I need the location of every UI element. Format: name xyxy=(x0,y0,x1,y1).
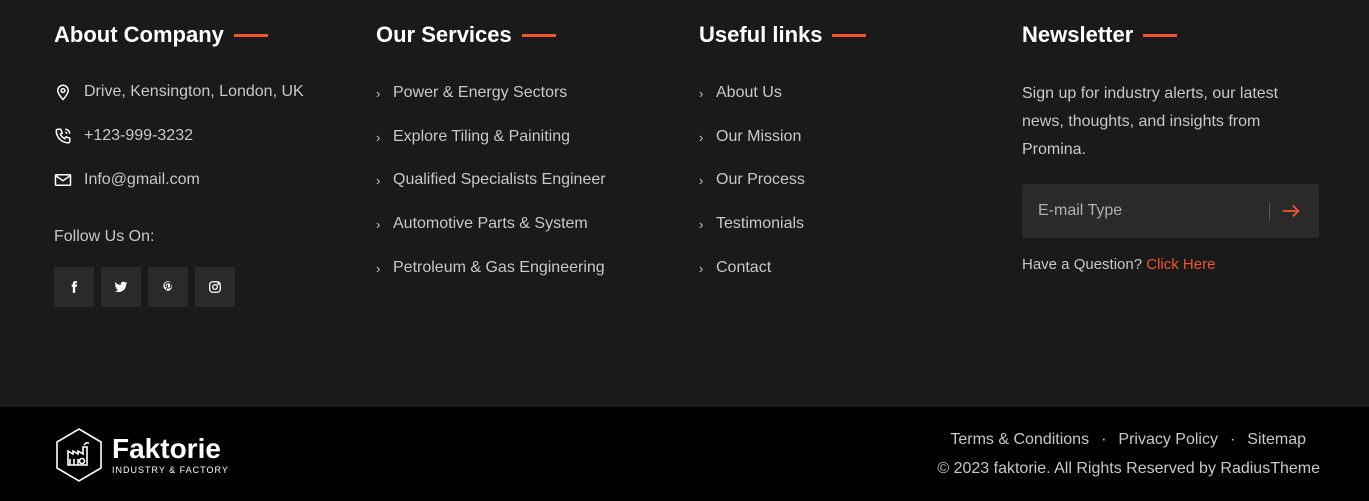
arrow-right-icon xyxy=(1282,204,1300,218)
service-link-label[interactable]: Explore Tiling & Painiting xyxy=(393,128,570,146)
newsletter-column: Newsletter Sign up for industry alerts, … xyxy=(1022,0,1332,407)
newsletter-submit-button[interactable] xyxy=(1278,198,1304,224)
newsletter-heading: Newsletter xyxy=(1022,22,1178,48)
instagram-icon xyxy=(209,281,221,293)
chevron-right-icon: › xyxy=(376,129,381,145)
follow-us-label: Follow Us On: xyxy=(54,228,155,245)
legal-links: Terms & Conditions · Privacy Policy · Si… xyxy=(950,431,1306,449)
email-row[interactable]: Info@gmail.com xyxy=(54,171,200,189)
email-text[interactable]: Info@gmail.com xyxy=(84,171,200,189)
footer-top: About Company Drive, Kensington, London,… xyxy=(0,0,1369,407)
about-company-heading: About Company xyxy=(54,22,268,48)
useful-link-process[interactable]: › Our Process xyxy=(699,171,805,189)
heading-accent-bar xyxy=(521,33,556,37)
pinterest-icon xyxy=(163,281,173,291)
useful-links-heading: Useful links xyxy=(699,22,867,48)
chevron-right-icon: › xyxy=(376,172,381,188)
separator-dot: · xyxy=(1101,431,1107,448)
newsletter-title: Newsletter xyxy=(1022,22,1134,47)
facebook-icon xyxy=(71,281,78,293)
terms-link[interactable]: Terms & Conditions xyxy=(950,431,1089,449)
about-company-column: About Company Drive, Kensington, London,… xyxy=(54,0,354,407)
privacy-policy-link[interactable]: Privacy Policy xyxy=(1118,431,1218,449)
separator-dot: · xyxy=(1229,431,1236,448)
newsletter-form xyxy=(1022,184,1319,238)
about-company-title: About Company xyxy=(54,22,224,47)
service-link-label[interactable]: Qualified Specialists Engineer xyxy=(393,171,606,189)
heading-accent-bar xyxy=(1143,33,1178,37)
factory-logo-icon xyxy=(56,428,102,482)
useful-link-label[interactable]: Our Mission xyxy=(716,128,801,146)
facebook-button[interactable] xyxy=(54,267,94,307)
useful-links-column: Useful links › About Us › Our Mission › Our… xyxy=(699,0,999,407)
service-link-power[interactable]: › Power & Energy Sectors xyxy=(376,84,567,102)
pinterest-button[interactable] xyxy=(148,267,188,307)
service-link-automotive[interactable]: › Automotive Parts & System xyxy=(376,215,588,233)
heading-accent-bar xyxy=(832,33,867,37)
our-services-title: Our Services xyxy=(376,22,512,47)
phone-row[interactable]: +123-999-3232 xyxy=(54,127,193,145)
chevron-right-icon: › xyxy=(376,216,381,232)
service-link-tiling[interactable]: › Explore Tiling & Painiting xyxy=(376,128,570,146)
address-row: Drive, Kensington, London, UK xyxy=(54,83,304,101)
chevron-right-icon: › xyxy=(376,85,381,101)
chevron-right-icon: › xyxy=(376,260,381,276)
location-pin-icon xyxy=(56,84,70,101)
twitter-button[interactable] xyxy=(101,267,141,307)
useful-link-testimonials[interactable]: › Testimonials xyxy=(699,215,804,233)
phone-icon xyxy=(55,128,71,144)
chevron-right-icon: › xyxy=(699,260,704,276)
useful-links-title: Useful links xyxy=(699,22,823,47)
useful-link-label[interactable]: Testimonials xyxy=(716,215,804,233)
input-divider xyxy=(1269,202,1270,220)
useful-link-mission[interactable]: › Our Mission xyxy=(699,128,801,146)
useful-link-label[interactable]: About Us xyxy=(716,84,782,102)
social-links xyxy=(54,267,242,307)
site-logo[interactable]: Faktorie INDUSTRY & FACTORY xyxy=(54,427,229,483)
newsletter-description: Sign up for industry alerts, our latest … xyxy=(1022,85,1279,158)
logo-name: Faktorie xyxy=(112,433,221,464)
click-here-link[interactable]: Click Here xyxy=(1146,256,1215,273)
copyright-text: © 2023 faktorie. All Rights Reserved by … xyxy=(937,460,1320,477)
logo-text: Faktorie INDUSTRY & FACTORY xyxy=(112,433,229,476)
newsletter-email-input[interactable] xyxy=(1022,184,1267,238)
chevron-right-icon: › xyxy=(699,172,704,188)
address-text: Drive, Kensington, London, UK xyxy=(84,83,304,100)
our-services-column: Our Services › Power & Energy Sectors › Ex… xyxy=(376,0,676,407)
useful-link-contact[interactable]: › Contact xyxy=(699,259,771,277)
question-line: Have a Question? Click Here xyxy=(1022,256,1215,273)
chevron-right-icon: › xyxy=(699,129,704,145)
phone-text[interactable]: +123-999-3232 xyxy=(84,127,193,145)
useful-link-about[interactable]: › About Us xyxy=(699,84,782,102)
chevron-right-icon: › xyxy=(699,85,704,101)
service-link-label[interactable]: Power & Energy Sectors xyxy=(393,84,567,102)
logo-tagline: INDUSTRY & FACTORY xyxy=(112,465,229,475)
useful-link-label[interactable]: Contact xyxy=(716,259,771,277)
service-link-petroleum[interactable]: › Petroleum & Gas Engineering xyxy=(376,259,605,277)
chevron-right-icon: › xyxy=(699,216,704,232)
twitter-icon xyxy=(114,281,128,293)
question-text: Have a Question? xyxy=(1022,256,1143,273)
service-link-label[interactable]: Petroleum & Gas Engineering xyxy=(393,259,605,277)
useful-link-label[interactable]: Our Process xyxy=(716,171,805,189)
service-link-label[interactable]: Automotive Parts & System xyxy=(393,215,588,233)
footer-bottom: Faktorie INDUSTRY & FACTORY Terms & Cond… xyxy=(0,407,1369,501)
instagram-button[interactable] xyxy=(195,267,235,307)
sitemap-link[interactable]: Sitemap xyxy=(1247,431,1306,449)
service-link-engineer[interactable]: › Qualified Specialists Engineer xyxy=(376,171,606,189)
mail-icon xyxy=(54,174,72,186)
our-services-heading: Our Services xyxy=(376,22,556,48)
heading-accent-bar xyxy=(233,33,268,37)
